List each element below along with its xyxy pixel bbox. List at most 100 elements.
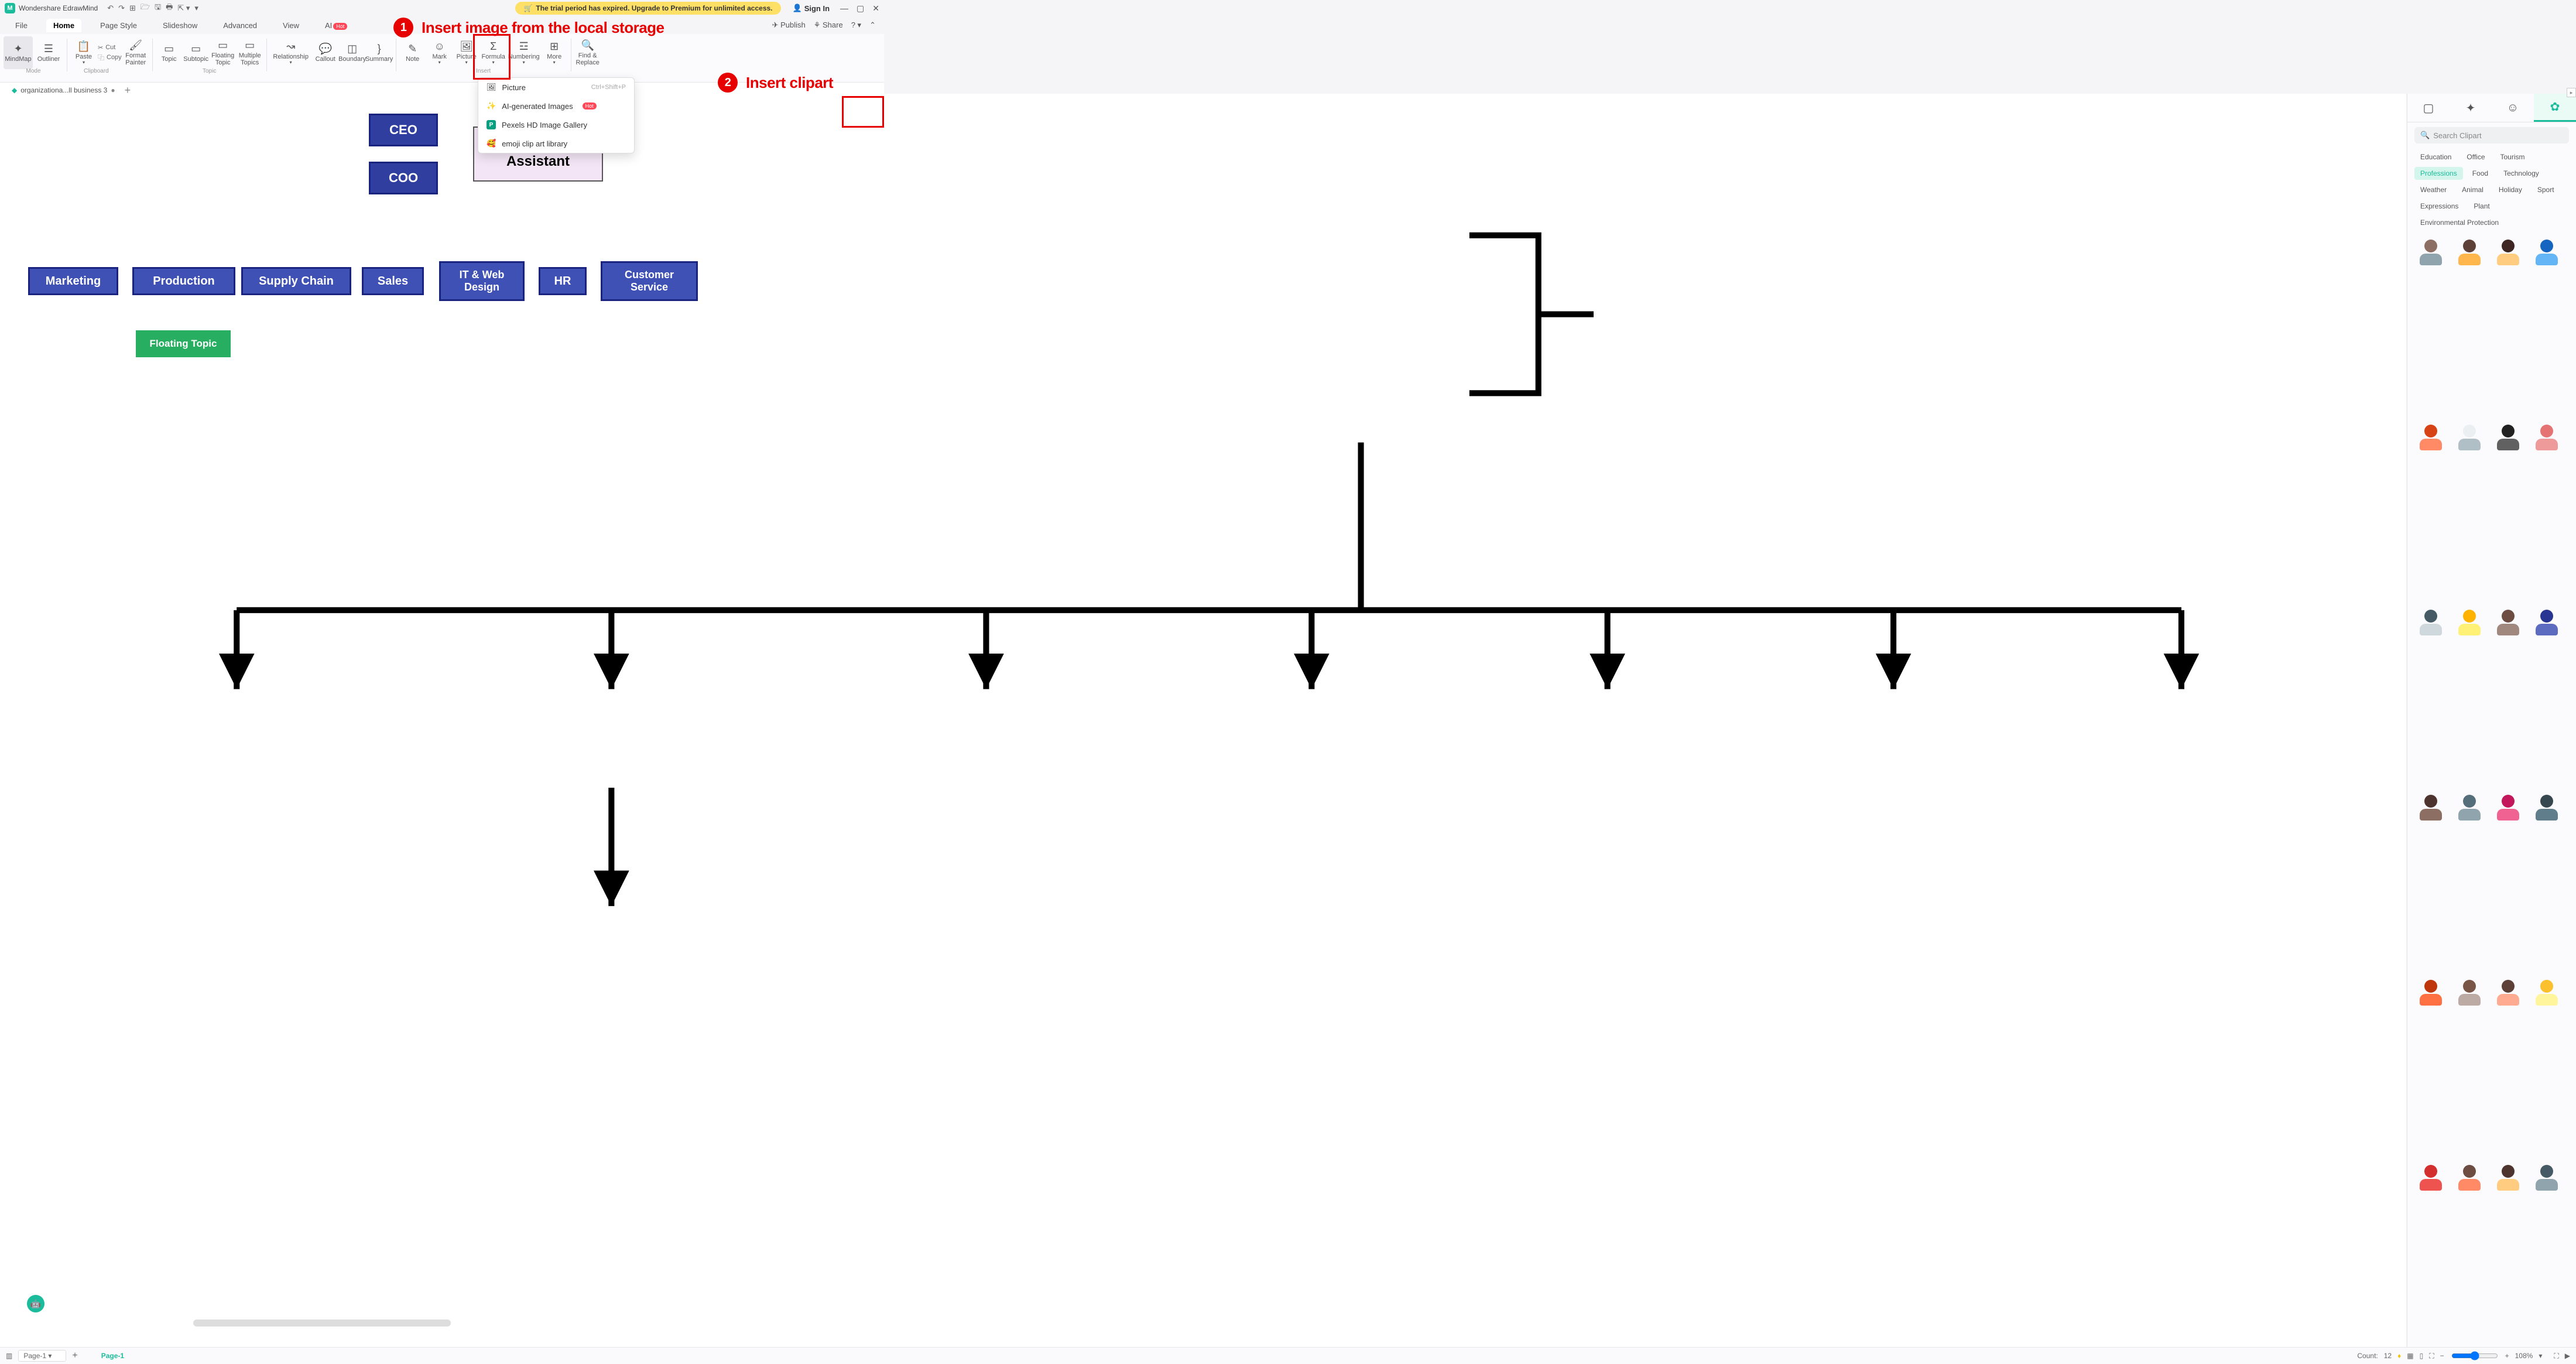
fit-icon[interactable]: ⛶ — [2429, 1352, 2434, 1360]
present-icon[interactable]: ▶ — [2565, 1352, 2570, 1360]
summary-button[interactable]: }Summary — [366, 36, 392, 69]
publish-button[interactable]: ✈ Publish — [772, 20, 806, 30]
clipart-item[interactable] — [2533, 795, 2561, 823]
premium-icon[interactable]: ♦ — [2397, 1352, 2401, 1360]
clipart-category[interactable]: Sport — [2532, 183, 2560, 196]
fullscreen-icon[interactable]: ⛶ — [2554, 1352, 2558, 1360]
picture-button[interactable]: 🖼Picture▾ — [454, 36, 479, 69]
node-marketing[interactable]: Marketing — [28, 267, 118, 295]
outliner-button[interactable]: ☰Outliner — [34, 36, 63, 69]
clipart-item[interactable] — [2533, 610, 2561, 638]
maximize-icon[interactable]: ▢ — [857, 4, 864, 13]
node-ceo[interactable]: CEO — [369, 114, 438, 146]
callout-button[interactable]: 💬Callout — [313, 36, 338, 69]
clipart-item[interactable] — [2533, 1165, 2561, 1193]
share-button[interactable]: ⚘ Share — [814, 20, 843, 30]
clipart-item[interactable] — [2417, 240, 2445, 268]
paste-button[interactable]: 📋Paste▾ — [71, 36, 97, 69]
zoom-out-button[interactable]: − — [2440, 1352, 2444, 1360]
mark-button[interactable]: ☺Mark▾ — [427, 36, 453, 69]
collapse-ribbon-icon[interactable]: ⌃ — [869, 20, 876, 30]
node-hr[interactable]: HR — [539, 267, 587, 295]
clipart-category[interactable]: Technology — [2498, 167, 2545, 180]
zoom-slider[interactable] — [2451, 1351, 2498, 1360]
find-replace-button[interactable]: 🔍Find & Replace — [575, 36, 601, 69]
more-qa-icon[interactable]: ▾ — [194, 4, 198, 13]
clipart-item[interactable] — [2455, 795, 2483, 823]
boundary-button[interactable]: ◫Boundary — [340, 36, 365, 69]
undo-icon[interactable]: ↶ — [107, 4, 114, 13]
clipart-search[interactable]: 🔍 Search Clipart — [2414, 127, 2569, 143]
clipart-category[interactable]: Education — [2414, 151, 2457, 163]
clipart-category[interactable]: Food — [2467, 167, 2494, 180]
side-tab-style[interactable]: ✦ — [2450, 94, 2492, 122]
outline-toggle-icon[interactable]: ▥ — [6, 1352, 12, 1360]
node-coo[interactable]: COO — [369, 162, 438, 194]
zoom-in-button[interactable]: + — [2505, 1352, 2509, 1360]
page-link[interactable]: Page-1 — [101, 1352, 124, 1360]
clipart-item[interactable] — [2455, 610, 2483, 638]
side-tab-outline[interactable]: ▢ — [2407, 94, 2450, 122]
clipart-category[interactable]: Holiday — [2493, 183, 2528, 196]
close-icon[interactable]: ✕ — [872, 4, 879, 13]
node-customer-service[interactable]: Customer Service — [601, 261, 698, 301]
view-page-icon[interactable]: ▯ — [2420, 1352, 2424, 1360]
format-painter-button[interactable]: 🖌Format Painter — [123, 36, 149, 69]
clipart-category[interactable]: Environmental Protection — [2414, 216, 2505, 229]
clipart-category[interactable]: Animal — [2456, 183, 2489, 196]
clipart-item[interactable] — [2455, 240, 2483, 268]
canvas[interactable]: CEO COO Executive Assistant Marketing Pr… — [0, 94, 2406, 1348]
numbering-button[interactable]: ☲Numbering▾ — [508, 36, 540, 69]
clipart-category[interactable]: Plant — [2468, 200, 2495, 213]
clipart-item[interactable] — [2533, 425, 2561, 453]
clipart-item[interactable] — [2494, 795, 2522, 823]
clipart-item[interactable] — [2533, 240, 2561, 268]
menu-home[interactable]: Home — [46, 19, 81, 32]
dd-emoji[interactable]: 🥰emoji clip art library — [478, 134, 634, 153]
clipart-item[interactable] — [2417, 425, 2445, 453]
print-icon[interactable]: 🖶 — [166, 2, 173, 15]
clipart-item[interactable] — [2494, 610, 2522, 638]
clipart-item[interactable] — [2533, 980, 2561, 1008]
open-icon[interactable]: 🗁 — [141, 2, 150, 15]
node-supply-chain[interactable]: Supply Chain — [241, 267, 351, 295]
minimize-icon[interactable]: — — [840, 4, 848, 13]
page-selector[interactable]: Page-1 ▾ — [18, 1350, 66, 1362]
clipart-item[interactable] — [2417, 610, 2445, 638]
clipart-category[interactable]: Expressions — [2414, 200, 2464, 213]
more-button[interactable]: ⊞More▾ — [542, 36, 567, 69]
chat-bubble-icon[interactable]: 🤖 — [27, 1295, 44, 1312]
side-tab-clipart[interactable]: ✿ — [2534, 94, 2576, 122]
subtopic-button[interactable]: ▭Subtopic — [183, 36, 209, 69]
formula-button[interactable]: ΣFormula▾ — [481, 36, 506, 69]
clipart-category[interactable]: Tourism — [2495, 151, 2531, 163]
node-sales[interactable]: Sales — [362, 267, 424, 295]
clipart-item[interactable] — [2455, 980, 2483, 1008]
node-production[interactable]: Production — [132, 267, 235, 295]
sign-in-button[interactable]: 👤 Sign In — [793, 4, 830, 13]
help-icon[interactable]: ? ▾ — [851, 20, 861, 30]
dd-pexels[interactable]: PPexels HD Image Gallery — [478, 115, 634, 134]
clipart-item[interactable] — [2417, 1165, 2445, 1193]
relationship-button[interactable]: ↝Relationship▾ — [270, 36, 311, 69]
save-icon[interactable]: 🖫 — [155, 2, 161, 15]
cut-button[interactable]: ✂Cut — [98, 44, 122, 52]
clipart-item[interactable] — [2494, 240, 2522, 268]
menu-slideshow[interactable]: Slideshow — [156, 19, 204, 32]
topic-button[interactable]: ▭Topic — [156, 36, 182, 69]
clipart-category[interactable]: Office — [2461, 151, 2491, 163]
clipart-item[interactable] — [2455, 425, 2483, 453]
dd-ai-images[interactable]: ✨AI-generated ImagesHot — [478, 97, 634, 115]
node-it-web[interactable]: IT & Web Design — [439, 261, 525, 301]
clipart-item[interactable] — [2417, 795, 2445, 823]
mindmap-button[interactable]: ✦MindMap — [4, 36, 33, 69]
floating-topic-button[interactable]: ▭Floating Topic — [210, 36, 236, 69]
trial-banner[interactable]: 🛒 The trial period has expired. Upgrade … — [515, 2, 780, 15]
clipart-category[interactable]: Professions — [2414, 167, 2463, 180]
menu-advanced[interactable]: Advanced — [216, 19, 264, 32]
horizontal-scrollbar[interactable] — [193, 1319, 451, 1327]
clipart-category[interactable]: Weather — [2414, 183, 2452, 196]
node-floating-topic[interactable]: Floating Topic — [136, 330, 231, 357]
clipart-item[interactable] — [2494, 980, 2522, 1008]
menu-view[interactable]: View — [276, 19, 306, 32]
